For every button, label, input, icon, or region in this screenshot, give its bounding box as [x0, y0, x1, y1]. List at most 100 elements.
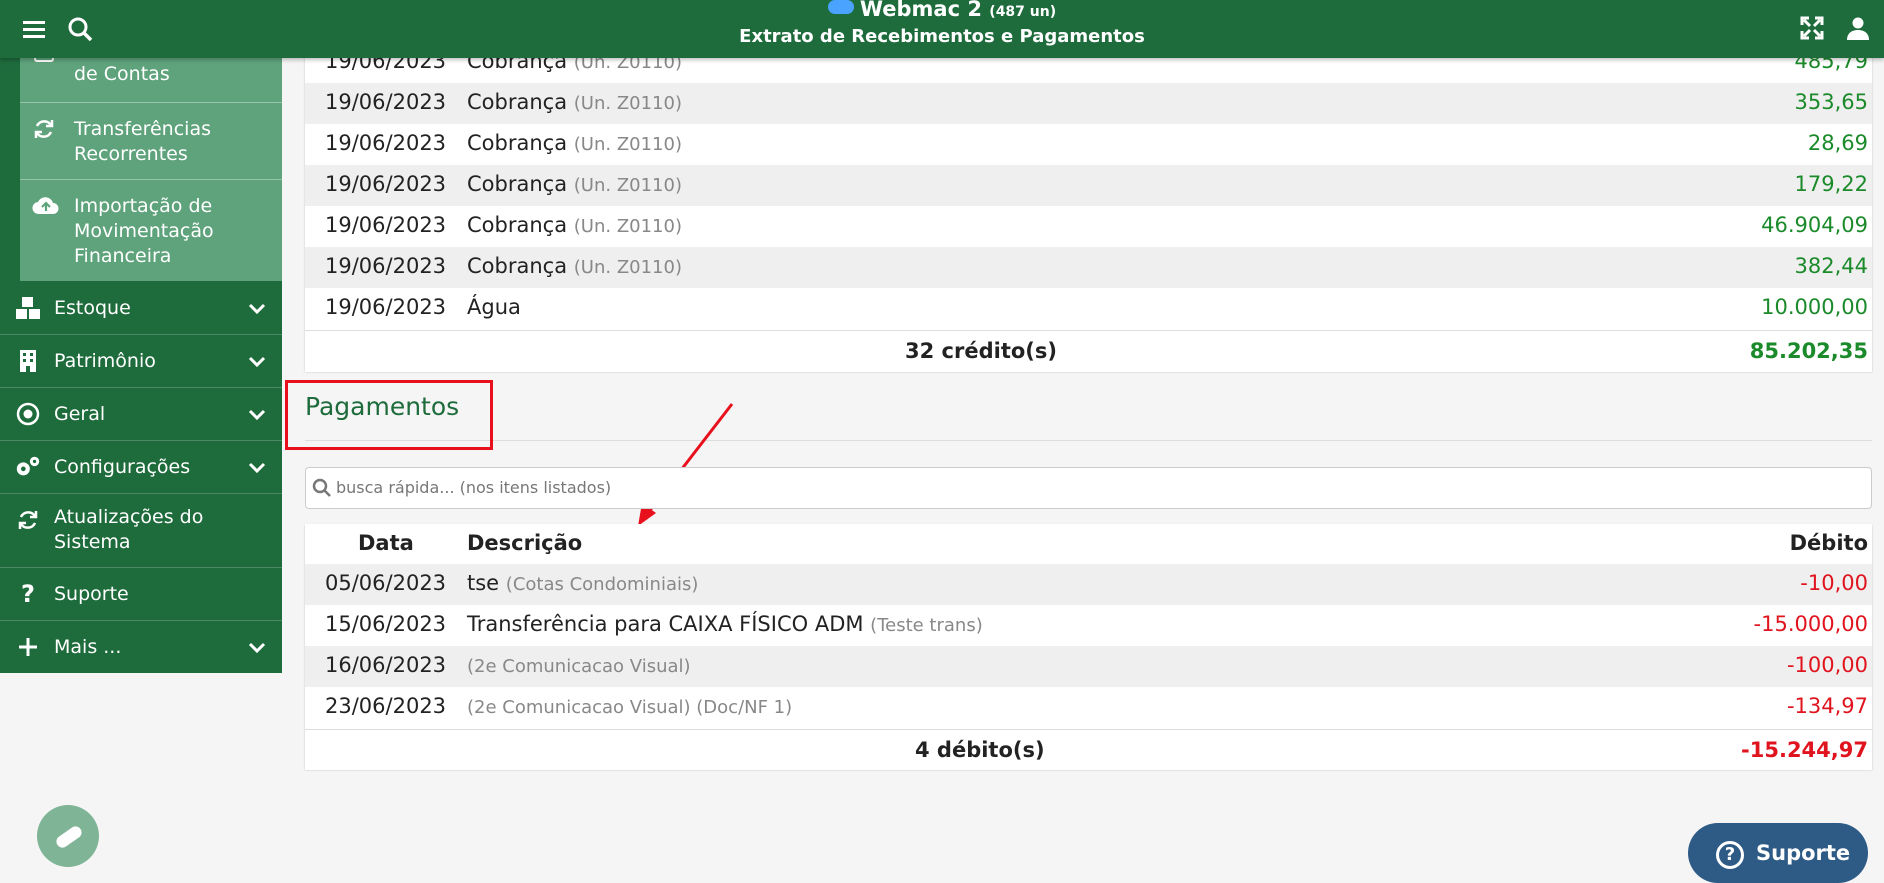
- row-date: 19/06/2023: [325, 90, 447, 114]
- sidebar-item-label: Geral: [54, 403, 106, 425]
- chevron-down-icon: [246, 350, 268, 372]
- row-value: 10.000,00: [1761, 295, 1868, 319]
- sidebar-item-label: Suporte: [54, 583, 129, 605]
- row-value: 353,65: [1794, 90, 1868, 114]
- table-row[interactable]: 23/06/2023 (2e Comunicacao Visual) (Doc/…: [305, 687, 1872, 728]
- table-row: 19/06/2023 Cobrança (Un. Z0110) 353,65: [305, 83, 1872, 124]
- support-button-label: Suporte: [1756, 841, 1851, 865]
- sidebar-subitem-label: de Contas: [74, 63, 170, 85]
- row-description: (2e Comunicacao Visual): [467, 656, 691, 677]
- sidebar-item-label: Estoque: [54, 297, 131, 319]
- quick-search-input[interactable]: busca rápida... (nos itens listados): [305, 467, 1872, 509]
- sidebar-item-estoque[interactable]: Estoque: [0, 282, 282, 335]
- question-icon: ?: [1716, 841, 1744, 869]
- table-row: 19/06/2023 Cobrança (Un. Z0110) 382,44: [305, 247, 1872, 288]
- support-floating-button[interactable]: ? Suporte: [1688, 823, 1868, 883]
- row-date: 23/06/2023: [325, 694, 447, 718]
- section-divider: [305, 440, 1872, 441]
- sidebar-item-label: Patrimônio: [54, 350, 156, 372]
- row-description: Cobrança (Un. Z0110): [467, 131, 682, 155]
- table-row: 19/06/2023 Água 10.000,00: [305, 288, 1872, 329]
- row-description: Cobrança (Un. Z0110): [467, 213, 682, 237]
- row-description: tse (Cotas Condominiais): [467, 571, 699, 595]
- table-row: 19/06/2023 Cobrança (Un. Z0110) 28,69: [305, 124, 1872, 165]
- pill-icon: [56, 826, 82, 848]
- row-value: 28,69: [1807, 131, 1868, 155]
- sidebar-subitem-label: Importação de Movimentação Financeira: [74, 195, 214, 267]
- dot-circle-icon: [14, 400, 42, 428]
- row-value: -15.000,00: [1753, 612, 1868, 636]
- credits-total-row: 32 crédito(s) 85.202,35: [305, 330, 1872, 372]
- sidebar-item-geral[interactable]: Geral: [0, 388, 282, 441]
- column-header-date[interactable]: Data: [358, 531, 414, 555]
- fullscreen-icon[interactable]: [1798, 14, 1826, 42]
- row-value: -100,00: [1786, 653, 1868, 677]
- boxes-icon: [14, 294, 42, 322]
- row-description: Água: [467, 295, 521, 319]
- row-date: 19/06/2023: [325, 213, 447, 237]
- column-header-debit[interactable]: Débito: [1790, 531, 1868, 555]
- table-row[interactable]: 15/06/2023 Transferência para CAIXA FÍSI…: [305, 605, 1872, 646]
- refresh-icon: [32, 117, 62, 141]
- cloud-upload-icon: [32, 194, 62, 218]
- column-header-description[interactable]: Descrição: [467, 531, 582, 555]
- row-value: -10,00: [1800, 571, 1868, 595]
- chevron-down-icon: [246, 297, 268, 319]
- chevron-down-icon: [246, 636, 268, 658]
- building-icon: [14, 347, 42, 375]
- question-icon: ?: [21, 580, 35, 608]
- sidebar-item-configuracoes[interactable]: Configurações: [0, 441, 282, 494]
- user-icon[interactable]: [1844, 14, 1872, 42]
- row-value: -134,97: [1786, 694, 1868, 718]
- sidebar-subitem-transferencias-recorrentes[interactable]: Transferências Recorrentes: [20, 103, 282, 180]
- row-value: 46.904,09: [1761, 213, 1868, 237]
- credits-total-label: 32 crédito(s): [905, 339, 1057, 363]
- sidebar-item-label: Atualizações do Sistema: [54, 506, 204, 553]
- sidebar-item-label: Mais ...: [54, 636, 122, 658]
- row-date: 19/06/2023: [325, 172, 447, 196]
- row-description: Transferência para CAIXA FÍSICO ADM (Tes…: [467, 612, 983, 636]
- row-value: 382,44: [1794, 254, 1868, 278]
- row-date: 19/06/2023: [325, 254, 447, 278]
- gears-icon: [14, 453, 42, 481]
- app-title: Webmac 2 (487 un): [0, 0, 1884, 25]
- sidebar-item-mais[interactable]: Mais ...: [0, 621, 282, 673]
- table-row: 19/06/2023 Cobrança (Un. Z0110) 46.904,0…: [305, 206, 1872, 247]
- plus-icon: [14, 633, 42, 661]
- row-date: 19/06/2023: [325, 131, 447, 155]
- row-value: 179,22: [1794, 172, 1868, 196]
- page-title: Webmac 2 (487 un) Extrato de Recebimento…: [0, 0, 1884, 49]
- row-description: (2e Comunicacao Visual) (Doc/NF 1): [467, 697, 793, 718]
- sidebar-item-suporte[interactable]: ? Suporte: [0, 568, 282, 621]
- sidebar: de Contas Transferências Recorrentes Imp…: [0, 0, 282, 673]
- refresh-icon: [14, 506, 42, 534]
- payments-total-row: 4 débito(s) -15.244,97: [305, 729, 1872, 770]
- unit-count: (487 un): [989, 4, 1057, 20]
- payments-table-header: Data Descrição Débito: [305, 524, 1872, 565]
- page-subtitle: Extrato de Recebimentos e Pagamentos: [739, 26, 1145, 47]
- floating-action-button[interactable]: [37, 805, 99, 867]
- sidebar-item-patrimonio[interactable]: Patrimônio: [0, 335, 282, 388]
- row-description: Cobrança (Un. Z0110): [467, 254, 682, 278]
- payments-total-value: -15.244,97: [1741, 738, 1868, 762]
- table-row[interactable]: 05/06/2023 tse (Cotas Condominiais) -10,…: [305, 564, 1872, 605]
- chevron-down-icon: [246, 403, 268, 425]
- top-bar: Webmac 2 (487 un) Extrato de Recebimento…: [0, 0, 1884, 58]
- table-row: 19/06/2023 Cobrança (Un. Z0110) 179,22: [305, 165, 1872, 206]
- sidebar-subitem-importacao[interactable]: Importação de Movimentação Financeira: [20, 180, 282, 281]
- chevron-down-icon: [246, 456, 268, 478]
- row-date: 16/06/2023: [325, 653, 447, 677]
- credits-total-value: 85.202,35: [1749, 339, 1868, 363]
- search-placeholder: busca rápida... (nos itens listados): [336, 478, 612, 497]
- row-description: Cobrança (Un. Z0110): [467, 90, 682, 114]
- row-date: 19/06/2023: [325, 295, 447, 319]
- row-date: 05/06/2023: [325, 571, 447, 595]
- annotation-highlight-box: [285, 380, 493, 450]
- row-description: Cobrança (Un. Z0110): [467, 172, 682, 196]
- payments-total-label: 4 débito(s): [915, 738, 1045, 762]
- sidebar-item-atualizacoes[interactable]: Atualizações do Sistema: [0, 494, 282, 568]
- search-icon: [312, 478, 332, 498]
- sidebar-item-label: Configurações: [54, 456, 191, 478]
- row-date: 15/06/2023: [325, 612, 447, 636]
- table-row[interactable]: 16/06/2023 (2e Comunicacao Visual) -100,…: [305, 646, 1872, 687]
